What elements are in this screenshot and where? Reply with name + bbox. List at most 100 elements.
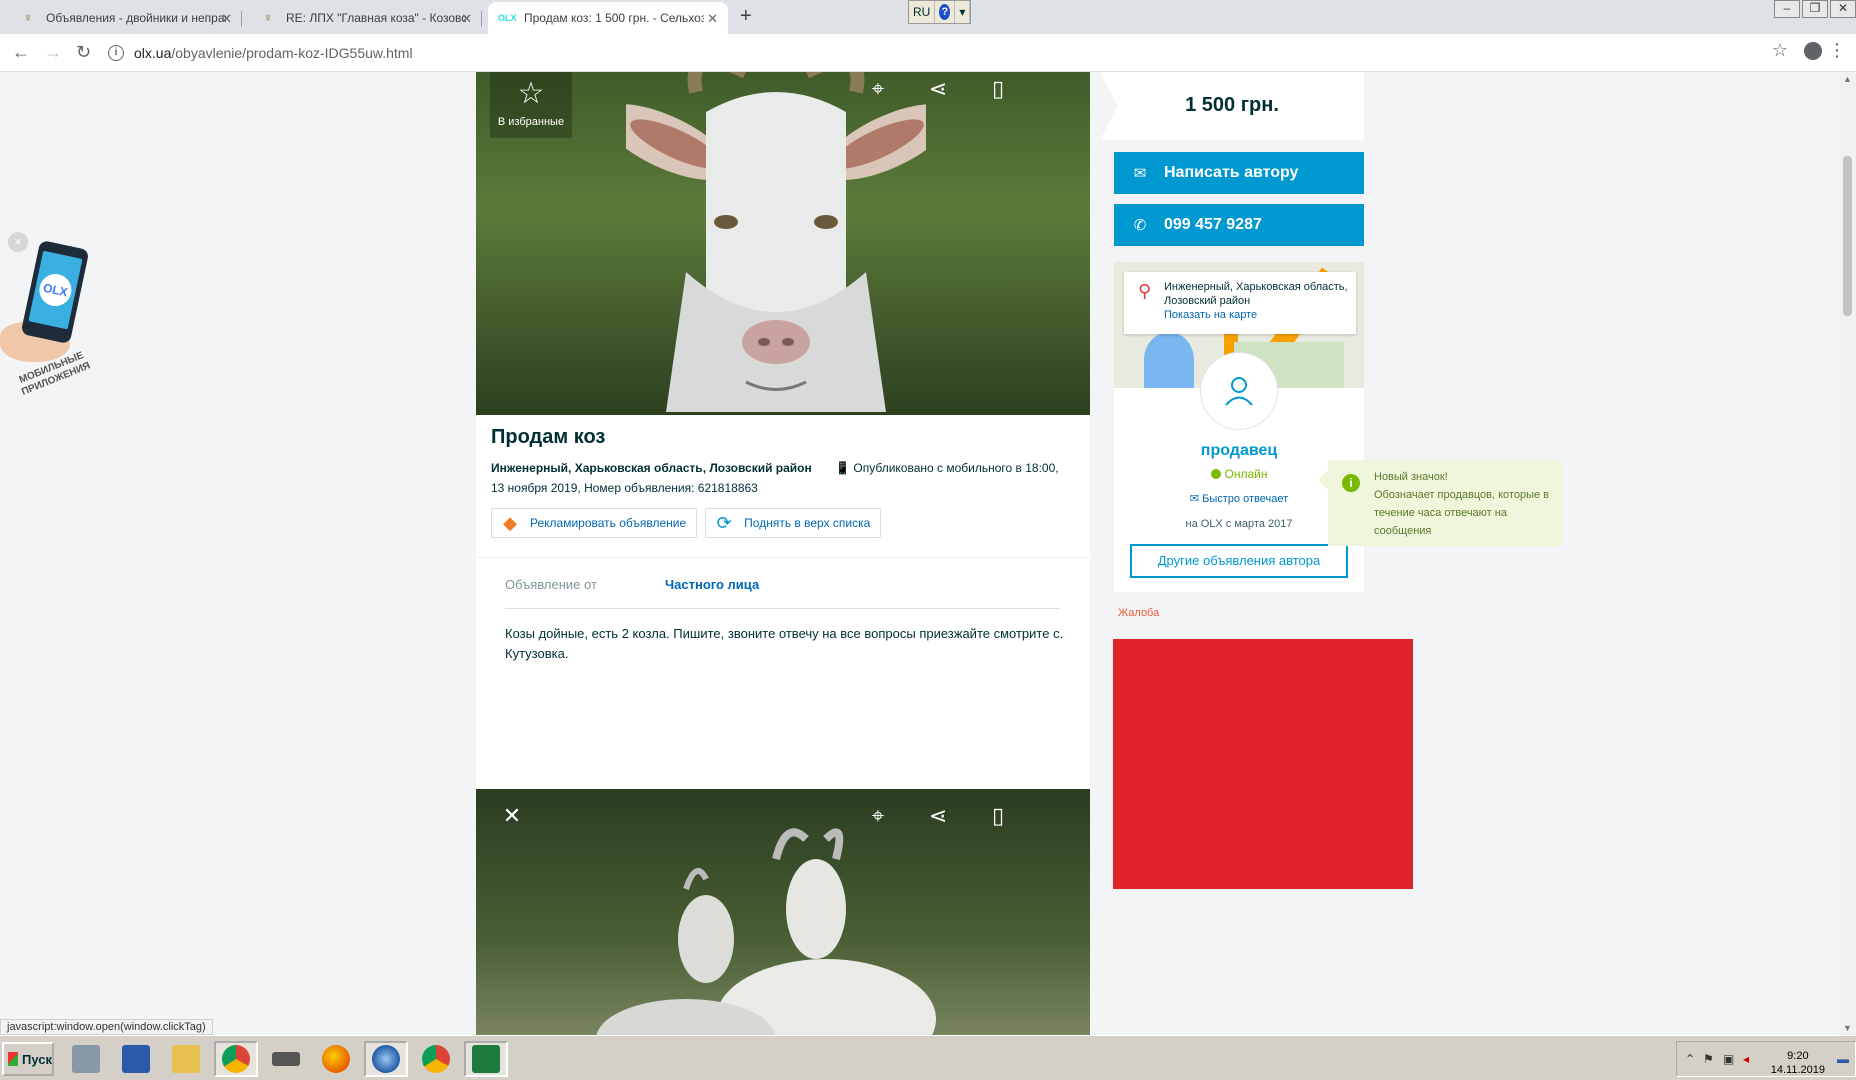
advertisement-banner[interactable] — [1113, 639, 1413, 889]
close-tab-icon[interactable]: ✕ — [707, 11, 718, 27]
member-since: на OLX с марта 2017 — [1185, 518, 1293, 530]
site-info-icon[interactable]: i — [108, 45, 124, 61]
back-arrow-icon[interactable]: ← — [12, 42, 30, 62]
clock-time: 9:20 — [1787, 1050, 1809, 1062]
phone-number: 099 457 9287 — [1164, 216, 1262, 233]
complaint-link[interactable]: Жалоба — [1118, 607, 1159, 619]
language-indicator[interactable]: RU — [909, 1, 936, 23]
page-viewport: × OLX МОБИЛЬНЫЕ ПРИЛОЖЕНИЯ ☆ В избранные… — [0, 72, 1856, 1035]
listing-location[interactable]: Инженерный, Харьковская область, Лозовск… — [491, 461, 812, 475]
show-phone-button[interactable]: ✆ 099 457 9287 — [1114, 204, 1364, 246]
close-icon[interactable]: ✕ — [490, 799, 534, 843]
forward-arrow-icon[interactable]: → — [44, 42, 62, 62]
two-goats-image — [596, 828, 936, 1035]
listing-photo-second[interactable]: ✕ ⌖ ⋖ ▯ — [476, 789, 1090, 1035]
firefox-icon — [322, 1045, 350, 1073]
show-on-map-link[interactable]: Показать на карте — [1164, 309, 1257, 321]
map-location-text: Инженерный, Харьковская область, Лозовск… — [1164, 281, 1348, 307]
taskbar-app-firefox[interactable] — [314, 1041, 358, 1077]
tray-expand-icon[interactable]: ⌃ — [1685, 1052, 1695, 1066]
map-water — [1144, 332, 1194, 388]
url-field[interactable]: i olx.ua/obyavlenie/prodam-koz-IDG55uw.h… — [108, 39, 1748, 67]
scroll-down-icon[interactable]: ▼ — [1843, 1023, 1852, 1033]
taskbar-app-chrome[interactable] — [414, 1041, 458, 1077]
share-icon[interactable]: ⋖ — [916, 799, 960, 843]
scanner-icon — [272, 1052, 300, 1066]
close-window-button[interactable]: ✕ — [1830, 0, 1856, 18]
scroll-up-icon[interactable]: ▲ — [1843, 74, 1852, 84]
taskbar-app-thunderbird[interactable] — [364, 1041, 408, 1077]
browser-tab-2[interactable]: ♆ RE: ЛПХ "Главная коза" - Козовод ✕ — [250, 2, 482, 34]
scroll-thumb[interactable] — [1843, 156, 1852, 316]
attribute-value[interactable]: Частного лица — [665, 577, 759, 592]
clock-date: 14.11.2019 — [1770, 1064, 1825, 1076]
new-badge-tooltip: i Новый значок! Обозначает продавцов, ко… — [1318, 460, 1562, 546]
attribute-key: Объявление от — [505, 577, 597, 592]
write-author-button[interactable]: ✉ Написать автору — [1114, 152, 1364, 194]
add-to-favorites[interactable]: ☆ В избранные — [490, 72, 572, 138]
help-button[interactable]: ? — [935, 1, 956, 23]
star-icon: ☆ — [517, 77, 545, 110]
taskbar-app-powershell[interactable] — [114, 1041, 158, 1077]
close-tab-icon[interactable]: ✕ — [221, 11, 232, 27]
minimize-button[interactable]: – — [1774, 0, 1800, 18]
address-bar: ← → ↻ i olx.ua/obyavlenie/prodam-koz-IDG… — [0, 34, 1856, 72]
goat-head-image — [626, 72, 926, 412]
flag-icon[interactable]: ⚑ — [1703, 1052, 1714, 1066]
tooltip-title: Новый значок! — [1374, 471, 1448, 483]
show-desktop-icon[interactable]: ▬ — [1837, 1052, 1849, 1066]
browser-menu-icon[interactable]: ⋮ — [1828, 40, 1846, 61]
taskbar-app-explorer[interactable] — [164, 1041, 208, 1077]
restore-button[interactable]: ❐ — [1802, 0, 1828, 18]
phone-icon: ✆ — [1133, 217, 1147, 234]
taskbar-app-chrome-active[interactable] — [214, 1041, 258, 1077]
fast-envelope-icon: ✉ — [1189, 493, 1203, 505]
user-icon — [1225, 377, 1253, 406]
promote-listing-button[interactable]: ◆ Рекламировать объявление — [491, 508, 698, 538]
seller-avatar[interactable] — [1200, 352, 1278, 430]
online-label: Онлайн — [1224, 467, 1268, 481]
promo-close-button[interactable]: × — [8, 232, 28, 252]
online-dot-icon — [1210, 469, 1221, 479]
url-host: olx.ua — [134, 45, 172, 61]
chrome-icon — [222, 1045, 250, 1073]
page-scrollbar[interactable]: ▲ ▼ — [1839, 72, 1856, 1035]
new-tab-button[interactable]: + — [740, 6, 752, 26]
volume-muted-icon[interactable]: ◂ — [1743, 1052, 1749, 1066]
seller-name[interactable]: продавец — [1114, 442, 1364, 460]
fast-reply-badge: ✉ Быстро отвечает — [1114, 492, 1364, 505]
map-location-tooltip: ⚲ Инженерный, Харьковская область, Лозов… — [1124, 272, 1356, 334]
taskbar-app-excel[interactable] — [464, 1041, 508, 1077]
browser-status-bar: javascript:window.open(window.clickTag) — [0, 1019, 213, 1035]
taskbar-app-network[interactable] — [64, 1041, 108, 1077]
browser-tab-3[interactable]: OLX Продам коз: 1 500 грн. - Сельхоз ✕ — [488, 2, 728, 34]
account-icon[interactable] — [1804, 42, 1822, 60]
bookmark-icon[interactable]: ▯ — [976, 72, 1020, 116]
other-ads-button[interactable]: Другие объявления автора — [1130, 544, 1348, 578]
bookmark-star-icon[interactable]: ☆ — [1772, 40, 1788, 61]
close-tab-icon[interactable]: ✕ — [461, 11, 472, 27]
tooltip-text: Обозначает продавцов, которые в течение … — [1374, 489, 1550, 537]
seller-card: ⚲ Инженерный, Харьковская область, Лозов… — [1114, 262, 1364, 592]
taskbar-app-scanner[interactable] — [264, 1041, 308, 1077]
bookmark-icon[interactable]: ▯ — [976, 799, 1020, 843]
reload-icon[interactable]: ↻ — [76, 42, 91, 62]
language-bar: RU ? ▾ — [908, 0, 972, 24]
folder-icon — [172, 1045, 200, 1073]
lens-icon[interactable]: ⌖ — [856, 799, 900, 843]
raise-listing-button[interactable]: ⟳ Поднять в верх списка — [705, 508, 882, 538]
mobile-apps-promo[interactable]: × OLX МОБИЛЬНЫЕ ПРИЛОЖЕНИЯ — [0, 232, 100, 412]
language-menu-arrow-icon[interactable]: ▾ — [955, 1, 971, 23]
tab-title: RE: ЛПХ "Главная коза" - Козовод — [286, 11, 466, 25]
raise-label: Поднять в верх списка — [744, 516, 871, 530]
system-clock[interactable]: 9:20 14.11.2019 — [1771, 1049, 1825, 1077]
listing-photo-main[interactable]: ☆ В избранные ⌖ ⋖ ▯ — [476, 72, 1090, 415]
share-icon[interactable]: ⋖ — [916, 72, 960, 116]
listing-meta: Инженерный, Харьковская область, Лозовск… — [491, 458, 1081, 498]
browser-tab-1[interactable]: ♆ Объявления - двойники и неправд ✕ — [10, 2, 242, 34]
network-icon[interactable]: ▣ — [1723, 1052, 1734, 1066]
divider — [476, 557, 1090, 558]
olx-favicon-icon: OLX — [498, 13, 517, 23]
lens-icon[interactable]: ⌖ — [856, 72, 900, 116]
start-button[interactable]: Пуск — [2, 1042, 54, 1076]
